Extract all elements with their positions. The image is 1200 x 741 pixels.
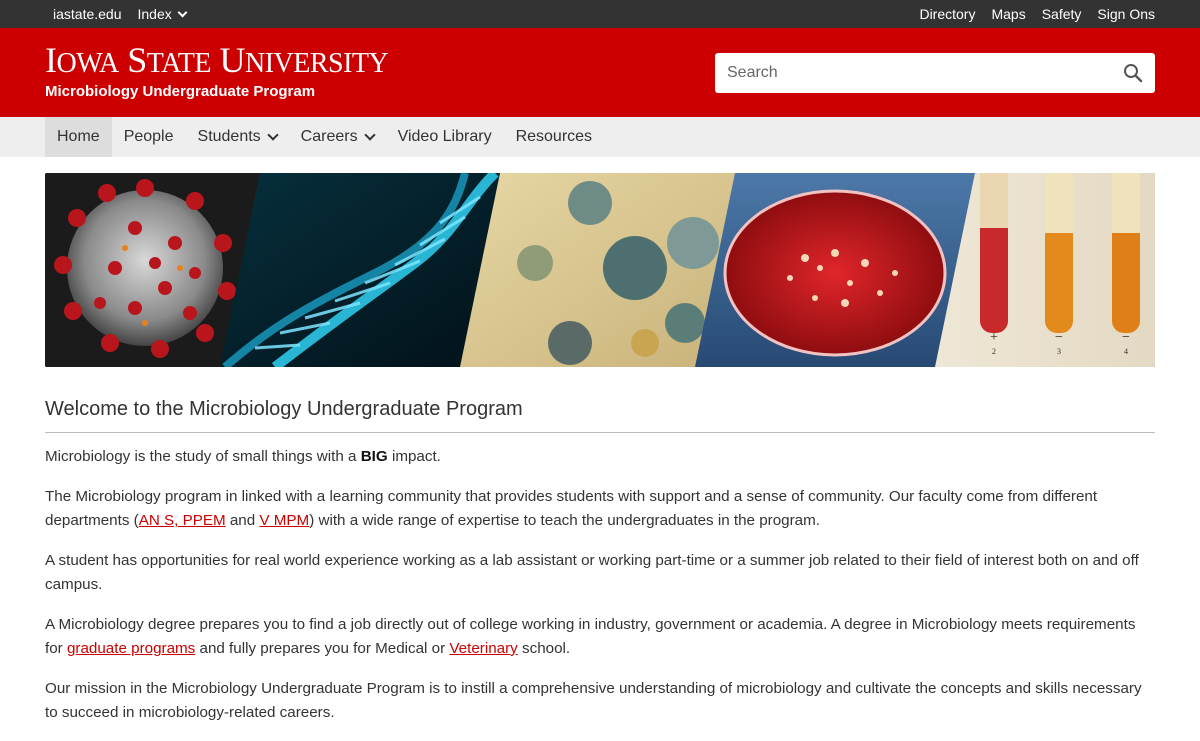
tube-sign-1: + — [990, 330, 998, 345]
tube-number-3: 3 — [1057, 347, 1061, 356]
mold-panel — [460, 173, 740, 367]
chevron-down-icon — [363, 129, 376, 141]
chevron-down-icon — [267, 129, 279, 141]
nav-students[interactable]: Students — [186, 117, 289, 157]
intro-paragraph: Microbiology is the study of small thing… — [45, 445, 1155, 469]
program-text-3: ) with a wide range of expertise to teac… — [309, 512, 820, 529]
tube-sign-2: − — [1055, 330, 1063, 345]
degree-text-3: school. — [517, 640, 571, 657]
search-box — [715, 53, 1155, 93]
safety-link[interactable]: Safety — [1042, 6, 1082, 22]
ans-ppem-link[interactable]: AN S, PPEM — [139, 512, 226, 529]
degree-paragraph: A Microbiology degree prepares you to fi… — [45, 613, 1155, 661]
main-nav: Home People Students Careers Video Libra… — [0, 117, 1200, 157]
hero-banner: + − − 2 3 4 — [45, 173, 1155, 367]
program-paragraph: The Microbiology program in linked with … — [45, 485, 1155, 533]
page-title: Welcome to the Microbiology Undergraduat… — [45, 398, 1155, 433]
utility-left: iastate.edu Index — [53, 6, 202, 22]
nav-resources[interactable]: Resources — [504, 117, 604, 157]
site-header: IOWA STATE UNIVERSITY Microbiology Under… — [0, 28, 1200, 117]
index-dropdown[interactable]: Index — [137, 6, 188, 22]
nav-people[interactable]: People — [112, 117, 186, 157]
veterinary-link[interactable]: Veterinary — [449, 640, 517, 657]
site-name[interactable]: Microbiology Undergraduate Program — [45, 83, 315, 100]
nav-students-label: Students — [197, 128, 261, 145]
directory-link[interactable]: Directory — [919, 6, 975, 22]
chevron-down-icon — [177, 7, 188, 17]
program-text-2: and — [225, 512, 260, 529]
nav-home[interactable]: Home — [45, 117, 112, 157]
vmpm-link[interactable]: V MPM — [259, 512, 309, 529]
university-wordmark[interactable]: IOWA STATE UNIVERSITY — [45, 42, 389, 82]
petri-panel — [695, 173, 980, 367]
sign-ons-link[interactable]: Sign Ons — [1097, 6, 1155, 22]
utility-bar: iastate.edu Index Directory Maps Safety … — [0, 0, 1200, 28]
graduate-programs-link[interactable]: graduate programs — [67, 640, 195, 657]
intro-text-before: Microbiology is the study of small thing… — [45, 448, 361, 465]
nav-careers-label: Careers — [300, 128, 358, 145]
tube-sign-3: − — [1122, 330, 1130, 345]
index-label: Index — [137, 6, 172, 22]
iastate-link[interactable]: iastate.edu — [53, 6, 122, 22]
tube-number-4: 4 — [1124, 347, 1128, 356]
degree-text-2: and fully prepares you for Medical or — [195, 640, 450, 657]
utility-right: Directory Maps Safety Sign Ons — [903, 6, 1155, 22]
intro-text-after: impact. — [387, 448, 441, 465]
nav-careers[interactable]: Careers — [289, 117, 386, 157]
mission-paragraph: Our mission in the Microbiology Undergra… — [45, 680, 1142, 721]
maps-link[interactable]: Maps — [991, 6, 1025, 22]
tube-number-2: 2 — [992, 347, 996, 356]
nav-video-library[interactable]: Video Library — [386, 117, 504, 157]
hero-collage: + − − 2 3 4 — [45, 173, 1155, 367]
search-icon[interactable] — [1123, 63, 1143, 83]
search-input[interactable] — [727, 64, 1123, 82]
intro-bold: BIG — [360, 448, 388, 465]
experience-paragraph: A student has opportunities for real wor… — [45, 552, 1139, 593]
main-content: Welcome to the Microbiology Undergraduat… — [45, 398, 1155, 741]
